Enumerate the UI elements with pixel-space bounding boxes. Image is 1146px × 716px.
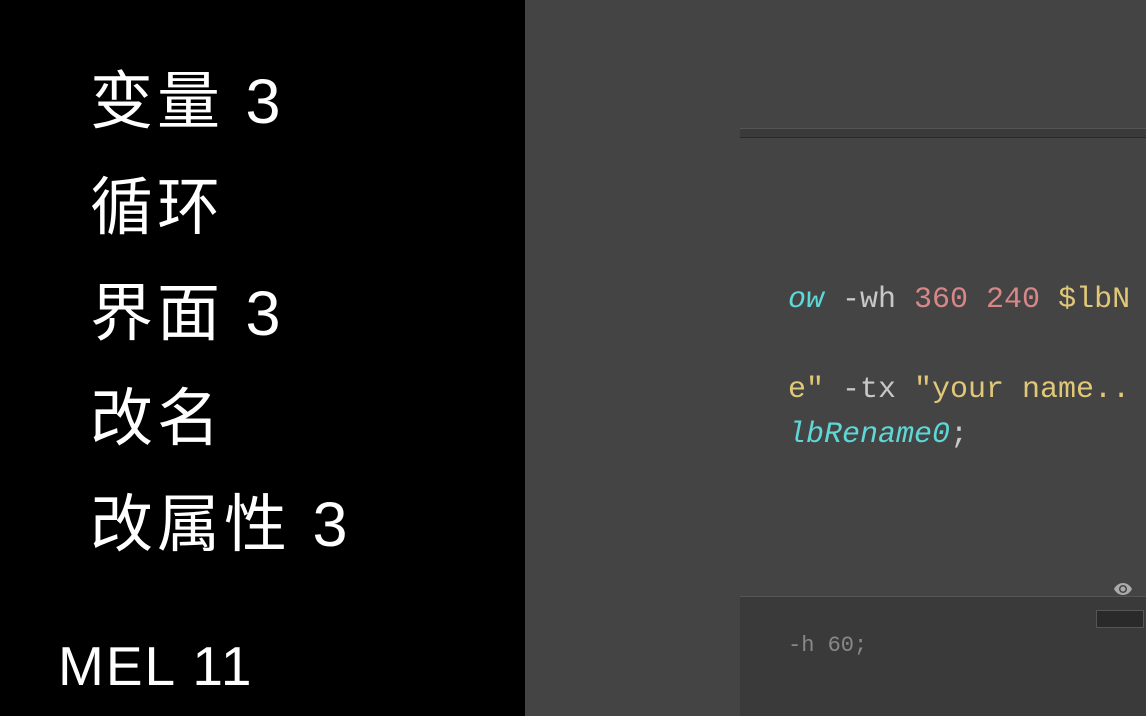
left-title-panel: 变量 3 循环 界面 3 改名 改属性 3 MEL 11 xyxy=(0,0,525,716)
code-line: e" -tx "your name.. xyxy=(740,368,1146,413)
scrollbar-segment[interactable] xyxy=(1096,610,1144,628)
visibility-icon[interactable] xyxy=(1114,582,1132,594)
code-line: lbRename0; xyxy=(740,413,1146,458)
code-line: ow -wh 360 240 $lbN xyxy=(740,278,1146,323)
topic-item: 改属性 3 xyxy=(90,473,525,579)
lesson-label: MEL 11 xyxy=(58,634,253,698)
topic-item: 循环 xyxy=(90,156,525,262)
topic-item: 改名 xyxy=(90,367,525,473)
output-line: -h 60; xyxy=(788,633,867,658)
topic-item: 变量 3 xyxy=(90,50,525,156)
panel-gap xyxy=(525,0,560,716)
topic-list: 变量 3 循环 界面 3 改名 改属性 3 xyxy=(90,50,525,579)
output-panel: -h 60; xyxy=(740,596,1146,716)
editor-top-area xyxy=(560,0,1146,128)
code-editor[interactable]: ow -wh 360 240 $lbN e" -tx "your name.. … xyxy=(740,138,1146,596)
editor-separator xyxy=(740,128,1146,138)
script-editor-panel: ow -wh 360 240 $lbN e" -tx "your name.. … xyxy=(560,0,1146,716)
code-line-blank xyxy=(740,323,1146,368)
topic-item: 界面 3 xyxy=(90,262,525,368)
